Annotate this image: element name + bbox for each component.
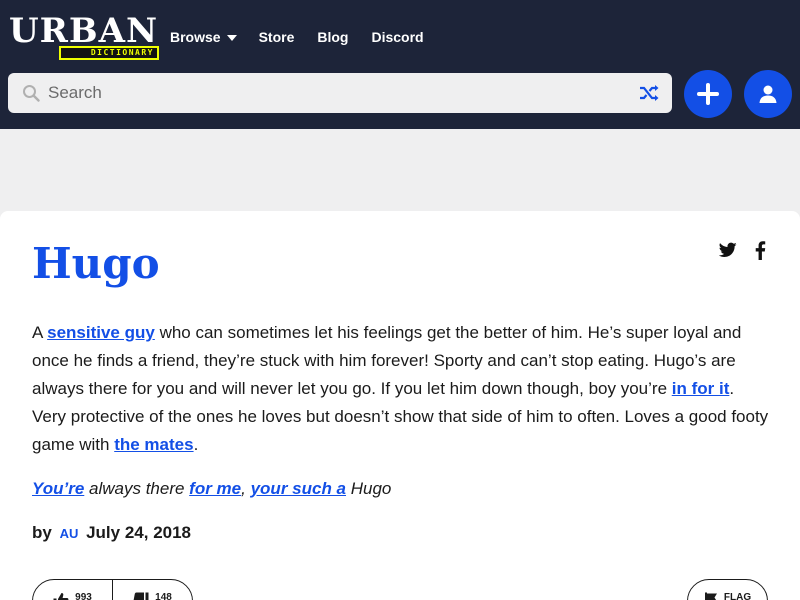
- twitter-icon[interactable]: [719, 242, 737, 258]
- main-nav: Browse Store Blog Discord: [170, 28, 424, 46]
- downvote-button[interactable]: 148: [113, 580, 192, 600]
- chevron-down-icon: [226, 35, 237, 41]
- thumbs-down-icon: [133, 592, 149, 600]
- upvote-button[interactable]: 993: [33, 580, 113, 600]
- logo-subtext: DICTIONARY: [59, 46, 159, 60]
- definition-example: You’re always there for me, your such a …: [32, 475, 772, 503]
- example-term-link[interactable]: for me: [189, 479, 241, 498]
- related-term-link[interactable]: the mates: [114, 435, 193, 454]
- example-text: ,: [241, 479, 251, 498]
- facebook-icon[interactable]: [754, 241, 766, 260]
- example-term-link[interactable]: your such a: [251, 479, 346, 498]
- definition-meaning: A sensitive guy who can sometimes let hi…: [32, 319, 772, 459]
- by-label: by: [32, 523, 52, 542]
- flag-icon: [704, 592, 717, 600]
- nav-browse-label: Browse: [170, 29, 221, 45]
- example-text: always there: [84, 479, 190, 498]
- logo-wordmark: URBAN: [9, 11, 159, 51]
- shuffle-icon[interactable]: [638, 83, 660, 103]
- site-header: URBAN DICTIONARY Browse Store Blog Disco…: [0, 0, 800, 129]
- downvote-count: 148: [155, 592, 172, 600]
- search-icon: [23, 85, 40, 102]
- meaning-text: A: [32, 323, 48, 342]
- related-term-link[interactable]: in for it: [672, 379, 730, 398]
- author-link[interactable]: AU: [60, 526, 79, 541]
- flag-label: FLAG: [723, 592, 752, 600]
- example-text: Hugo: [346, 479, 392, 498]
- meaning-text: .: [193, 435, 199, 454]
- upvote-count: 993: [75, 592, 92, 600]
- user-icon: [759, 85, 777, 103]
- nav-discord[interactable]: Discord: [371, 28, 423, 46]
- post-date: July 24, 2018: [86, 523, 192, 542]
- nav-browse[interactable]: Browse: [170, 28, 237, 46]
- related-term-link[interactable]: sensitive guy: [47, 323, 155, 342]
- example-term-link[interactable]: You’re: [32, 479, 84, 498]
- account-button[interactable]: [744, 70, 792, 118]
- nav-store[interactable]: Store: [259, 28, 295, 46]
- plus-icon: [697, 83, 719, 105]
- definition-word[interactable]: Hugo: [32, 237, 160, 291]
- search-input[interactable]: [48, 73, 628, 113]
- flag-button[interactable]: FLAG: [687, 579, 768, 600]
- nav-blog[interactable]: Blog: [317, 28, 348, 46]
- search-bar: [8, 73, 672, 113]
- thumbs-up-icon: [53, 593, 69, 600]
- site-logo[interactable]: URBAN DICTIONARY: [9, 11, 159, 61]
- add-definition-button[interactable]: [684, 70, 732, 118]
- contributor-line: by AU July 24, 2018: [32, 521, 191, 546]
- vote-buttons: 993 148: [32, 579, 193, 600]
